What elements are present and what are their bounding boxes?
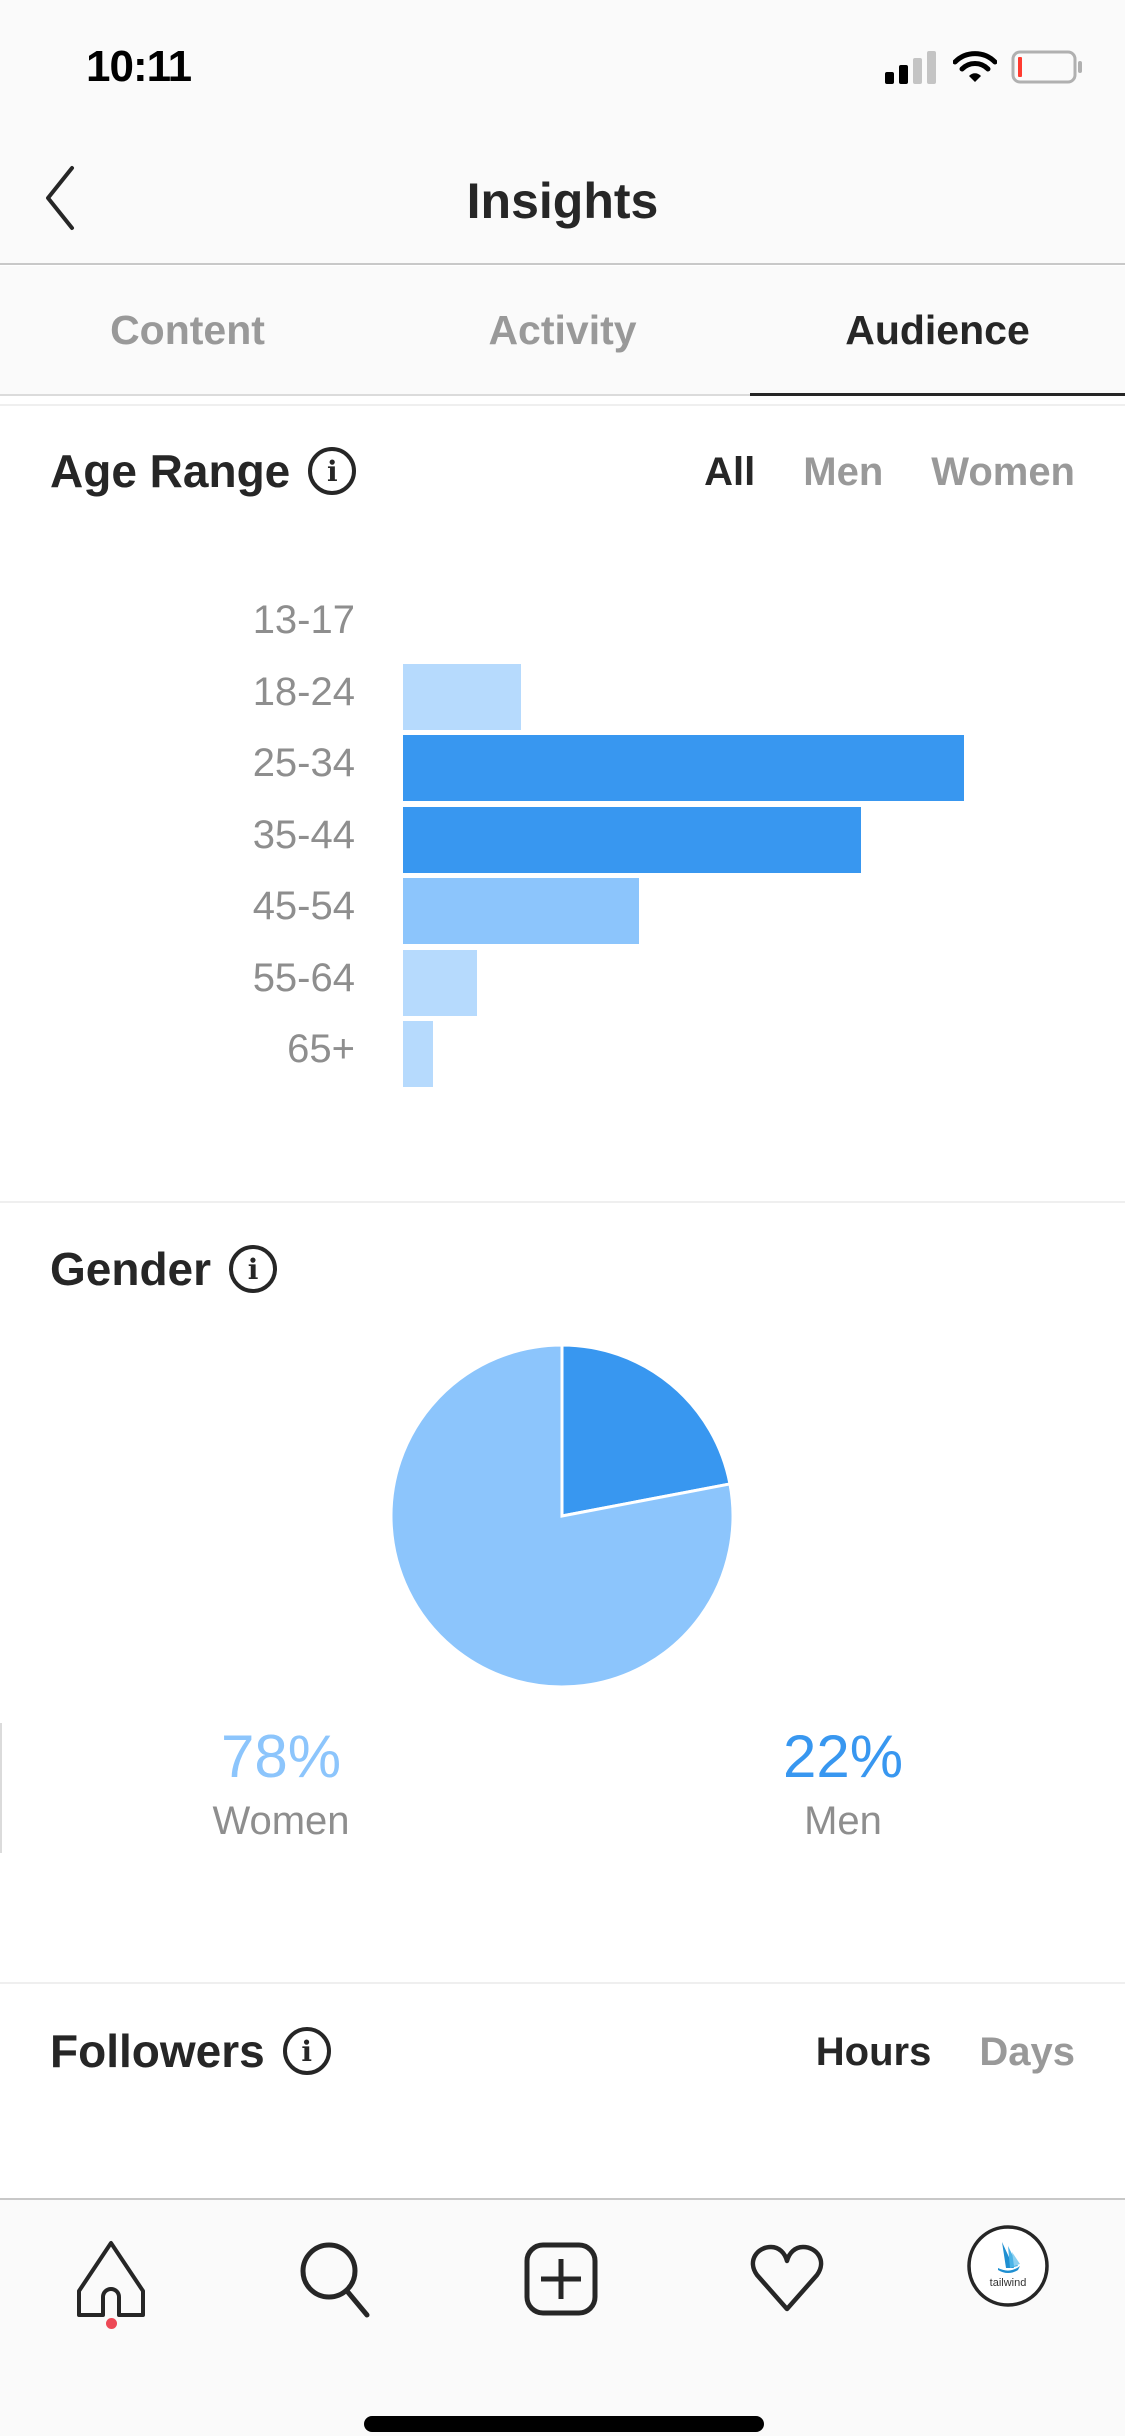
age-tick-label: 35-44 (252, 812, 355, 857)
info-icon[interactable]: i (282, 2027, 331, 2075)
battery-low-icon (1011, 50, 1082, 84)
followers-filters: Hours Days (816, 2030, 1075, 2075)
tab-home[interactable] (66, 2234, 156, 2324)
gender-pie-svg (389, 1343, 735, 1689)
gender-pie-chart (388, 1342, 736, 1690)
new-post-icon (524, 2242, 598, 2316)
filter-days[interactable]: Days (979, 2030, 1075, 2075)
tab-new-post[interactable] (516, 2234, 606, 2324)
age-row: 35-44 (0, 806, 1125, 873)
men-label: Men (804, 1799, 882, 1843)
followers-header: Followers i (50, 2024, 331, 2078)
signal-icon (885, 51, 936, 84)
age-row: 13-17 (0, 592, 1125, 658)
tab-activity[interactable]: Activity (375, 266, 750, 394)
status-icons (885, 50, 1085, 84)
age-bar (403, 663, 522, 730)
gender-title: Gender (50, 1243, 212, 1295)
gender-stat-women: 78% Women (81, 1722, 481, 1844)
age-range-title: Age Range (50, 445, 291, 497)
wifi-icon (953, 51, 997, 82)
tab-audience[interactable]: Audience (750, 266, 1125, 396)
section-divider (0, 1201, 1125, 1203)
divider (0, 396, 1125, 406)
women-percentage: 78% (220, 1723, 342, 1790)
tab-profile[interactable]: tailwind (966, 2224, 1050, 2308)
tab-activity-feed[interactable] (742, 2234, 832, 2324)
age-tick-label: 25-34 (252, 741, 355, 785)
home-indicator (364, 2416, 764, 2432)
age-tick-label: 55-64 (252, 955, 355, 1000)
tab-content[interactable]: Content (0, 266, 375, 394)
page-title: Insights (466, 173, 659, 229)
age-tick-label: 45-54 (252, 884, 355, 928)
age-bar (403, 735, 964, 801)
age-bar (403, 806, 861, 873)
age-row: 45-54 (0, 878, 1125, 944)
age-range-chart: 13-17 18-24 25-34 35-44 45-54 55-64 65+ (0, 580, 1125, 1100)
scroll-edge (0, 1723, 2, 1853)
age-tick-label: 65+ (287, 1027, 355, 1071)
gender-stat-men: 22% Men (643, 1722, 1043, 1844)
heart-icon (750, 2244, 824, 2312)
bottom-tab-bar: tailwind (0, 2198, 1125, 2436)
nav-bar: Insights (0, 132, 1125, 265)
age-range-header: Age Range i (50, 444, 357, 498)
gender-header: Gender i (50, 1242, 278, 1296)
section-divider (0, 1982, 1125, 1984)
age-bar (403, 949, 477, 1016)
status-time: 10:11 (86, 42, 192, 91)
followers-title: Followers (50, 2025, 265, 2077)
info-icon[interactable]: i (229, 1245, 278, 1293)
age-tick-label: 13-17 (252, 598, 355, 642)
age-bar (403, 1021, 433, 1087)
search-icon (300, 2242, 370, 2318)
filter-hours[interactable]: Hours (816, 2030, 932, 2075)
profile-avatar: tailwind (967, 2225, 1049, 2307)
women-label: Women (212, 1799, 350, 1843)
filter-men[interactable]: Men (803, 450, 883, 495)
age-row: 65+ (0, 1021, 1125, 1087)
men-percentage: 22% (782, 1723, 904, 1790)
tab-search[interactable] (290, 2234, 380, 2324)
info-icon[interactable]: i (308, 447, 357, 495)
notification-dot (106, 2318, 117, 2329)
filter-all[interactable]: All (704, 450, 755, 495)
age-tick-label: 18-24 (252, 669, 355, 714)
filter-women[interactable]: Women (931, 450, 1075, 495)
age-bar (403, 878, 640, 944)
insights-tabs: Content Activity Audience (0, 266, 1125, 396)
status-bar: 10:11 (0, 0, 1125, 132)
avatar-text: tailwind (990, 2277, 1027, 2289)
age-row: 18-24 (0, 663, 1125, 730)
age-row: 55-64 (0, 949, 1125, 1016)
home-icon (77, 2241, 145, 2317)
age-range-filters: All Men Women (704, 450, 1075, 495)
age-row: 25-34 (0, 735, 1125, 801)
